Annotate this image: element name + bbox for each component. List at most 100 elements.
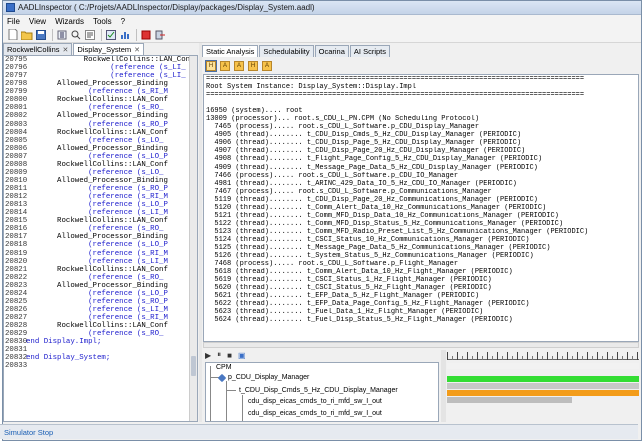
timeline-tick: [587, 352, 588, 360]
menu-view[interactable]: View: [29, 17, 46, 26]
code-line: 20799 (reference (s_RI_M: [4, 88, 197, 96]
tree-node-connection[interactable]: cdu_disp_eicas_cmds_to_ri_mfd_sw_I_out: [248, 410, 382, 417]
timeline-bar-thread-orange: [447, 390, 639, 396]
analysis-icon[interactable]: A: [220, 60, 230, 71]
text-icon[interactable]: [84, 29, 96, 41]
timeline-tick: [607, 352, 608, 360]
simulator-timeline[interactable]: [447, 350, 639, 422]
line-number: 20811: [5, 185, 28, 193]
code-text: Allowed_Processor_Binding: [26, 112, 168, 121]
save-icon[interactable]: [35, 29, 47, 41]
code-text: RockwellCollins::LAN_Conf: [26, 128, 168, 137]
timeline-tick: [592, 356, 593, 360]
pause-icon[interactable]: ⏸: [217, 350, 221, 360]
code-line: 20821 RockwellCollins::LAN_Conf: [4, 266, 197, 274]
menu-file[interactable]: File: [7, 17, 20, 26]
code-text: RockwellCollins::LAN_Conf: [26, 160, 168, 169]
code-line: 20813 (reference (s_LO_P: [4, 201, 197, 209]
timeline-tick: [622, 356, 623, 360]
analysis-output[interactable]: ========================================…: [203, 74, 639, 342]
code-line: 20825 (reference (s_RO_P: [4, 298, 197, 306]
tab-ocarina[interactable]: Ocarina: [314, 45, 349, 57]
stop-icon[interactable]: [140, 29, 152, 41]
editor-scrollbar[interactable]: [189, 56, 197, 421]
output-line: 5126 (thread)........ t_System_Status_5_…: [206, 252, 534, 261]
code-editor[interactable]: 20795 RockwellCollins::LAN_Conf 20796 (re…: [3, 55, 198, 422]
find-icon[interactable]: [70, 29, 82, 41]
tab-static-analysis[interactable]: Static Analysis: [202, 45, 259, 57]
tree-node-cpm[interactable]: CPM: [216, 364, 232, 371]
menu-wizards[interactable]: Wizards: [55, 17, 84, 26]
timeline-tick: [497, 352, 498, 360]
code-text: end Display_System;: [26, 354, 111, 363]
tab-display-system[interactable]: Display_System ✕: [73, 43, 145, 55]
code-line: 20815 RockwellCollins::LAN_Conf: [4, 217, 197, 225]
code-text: (reference (s_LO_P: [26, 241, 168, 250]
line-number: 20822: [5, 273, 28, 282]
tab-rockwellcollins[interactable]: RockwellCollins ✕: [3, 43, 73, 55]
tree-line: [226, 381, 227, 421]
scroll-thumb[interactable]: [191, 356, 196, 376]
timeline-tick: [632, 356, 633, 360]
code-text: end Display.Impl;: [26, 338, 102, 347]
output-hscrollbar[interactable]: [203, 342, 639, 348]
chart-icon[interactable]: [119, 29, 131, 41]
tree-icon[interactable]: [56, 29, 68, 41]
line-number: 20797: [5, 72, 28, 81]
timeline-bar-cpu: [447, 363, 639, 369]
close-icon[interactable]: ✕: [134, 46, 140, 54]
line-number: 20815: [5, 217, 28, 226]
menu-tools[interactable]: Tools: [93, 17, 112, 26]
analysis-icon[interactable]: A: [234, 60, 244, 71]
line-number: 20819: [5, 249, 28, 258]
validate-icon[interactable]: [105, 29, 117, 41]
tab-schedulability[interactable]: Schedulability: [259, 45, 314, 57]
output-line: 4905 (thread)........ t_CDU_Disp_Cmds_5_…: [206, 131, 522, 140]
analysis-icon[interactable]: A: [262, 60, 272, 71]
code-text: RockwellCollins::LAN_Conf: [26, 265, 168, 274]
timeline-bar-thread-gray: [447, 397, 572, 403]
close-icon[interactable]: ✕: [63, 46, 69, 54]
pane-splitter[interactable]: [199, 43, 202, 422]
hierarchy-analysis-icon[interactable]: H: [205, 59, 217, 72]
simulator-splitter[interactable]: [441, 350, 446, 422]
line-number: 20831: [5, 346, 28, 355]
code-line: 20804 RockwellCollins::LAN_Conf: [4, 129, 197, 137]
timeline-tick: [617, 352, 618, 360]
output-line: Root System Instance: Display_System::Di…: [206, 83, 417, 92]
timeline-tick: [477, 352, 478, 360]
menu-help[interactable]: ?: [121, 17, 125, 26]
code-text: Allowed_Processor_Binding: [26, 176, 168, 185]
new-file-icon[interactable]: [7, 29, 19, 41]
tree-node-thread[interactable]: t_CDU_Disp_Cmds_5_Hz_CDU_Display_Manager: [239, 387, 398, 394]
simulator-tree[interactable]: CPM p_CDU_Display_Manager t_CDU_Disp_Cmd…: [205, 362, 439, 422]
app-icon: [6, 3, 15, 12]
output-line: 5119 (thread)........ t_CDU_Disp_Page_20…: [206, 195, 538, 204]
tab-ai-scripts[interactable]: AI Scripts: [349, 45, 390, 57]
line-number: 20805: [5, 136, 28, 145]
timeline-tick: [637, 352, 638, 360]
exit-icon[interactable]: [154, 29, 166, 41]
output-line: 4981 (thread)........ t_ARINC_429_Data_I…: [206, 179, 517, 188]
line-number: 20808: [5, 160, 28, 169]
snapshot-icon[interactable]: ▣: [238, 351, 246, 360]
timeline-tick: [492, 356, 493, 360]
tree-node-connection[interactable]: cdu_disp_eicas_cmds_to_ri_mfd_sw_I_out: [248, 398, 382, 405]
line-number: 20821: [5, 265, 28, 274]
tree-node-process[interactable]: p_CDU_Display_Manager: [217, 373, 309, 382]
code-line: 20823 Allowed_Processor_Binding: [4, 282, 197, 290]
open-folder-icon[interactable]: [21, 29, 33, 41]
tree-line: [242, 395, 243, 421]
stop-icon[interactable]: ■: [227, 351, 232, 360]
tree-line: [210, 366, 211, 421]
code-text: (reference (s_RO_P: [26, 185, 168, 193]
hierarchy-analysis-icon[interactable]: H: [248, 60, 258, 71]
line-number: 20830: [5, 338, 28, 347]
code-text: RockwellCollins::LAN_Conf: [26, 322, 168, 331]
timeline-tick: [532, 356, 533, 360]
play-icon[interactable]: ▶: [205, 351, 211, 360]
code-text: (reference (s_LO_P: [26, 152, 168, 161]
code-line: 20818 (reference (s_LO_P: [4, 241, 197, 249]
tab-label: RockwellCollins: [7, 45, 60, 54]
